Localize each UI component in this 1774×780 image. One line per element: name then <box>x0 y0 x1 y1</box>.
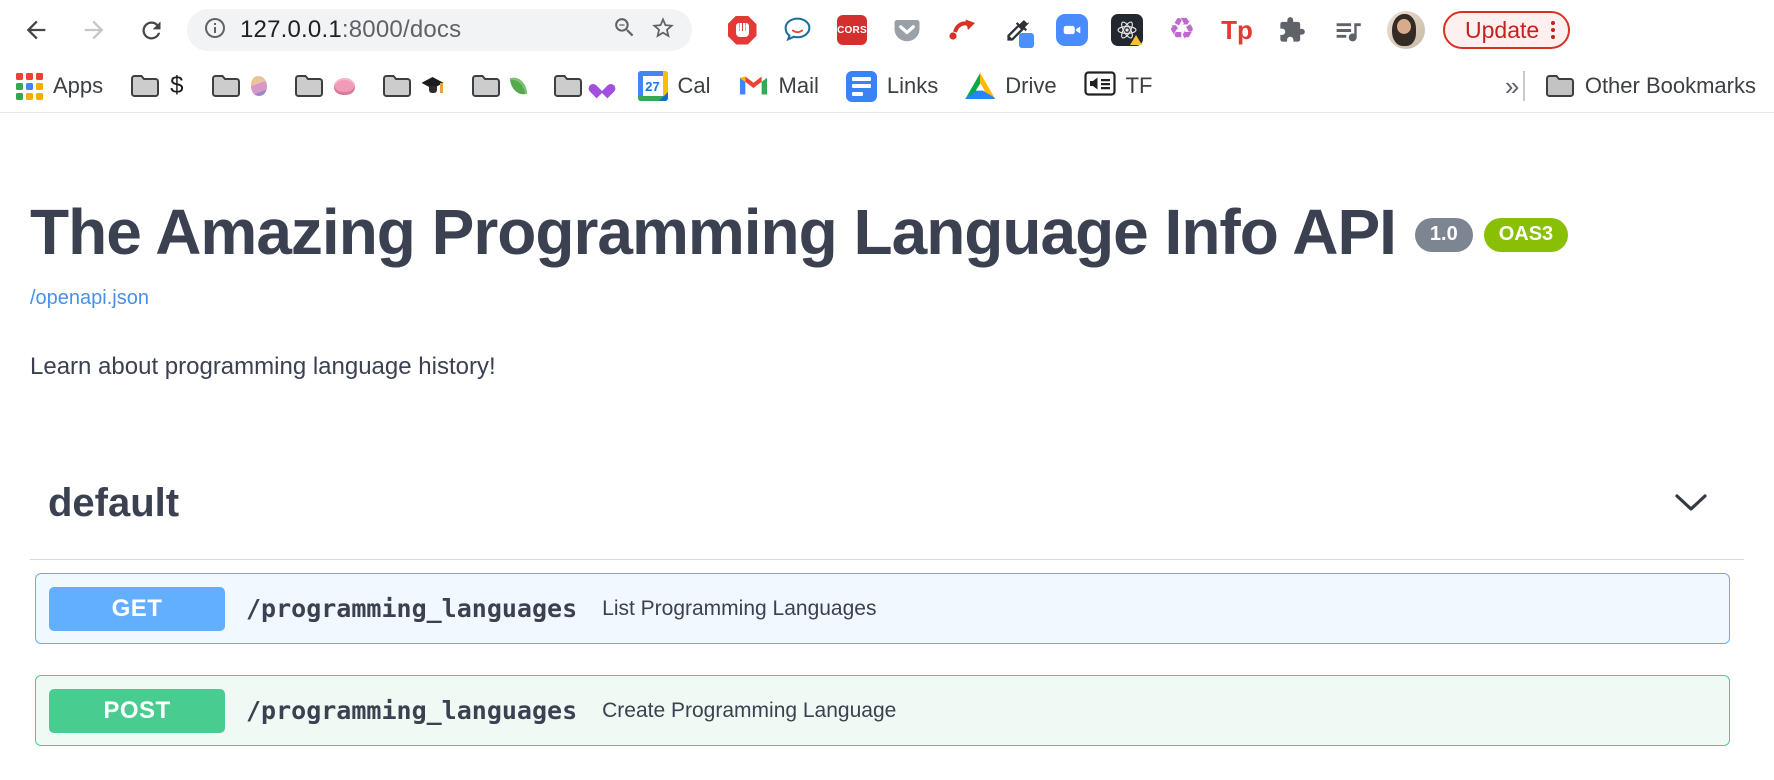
back-icon[interactable] <box>22 16 50 44</box>
graduation-cap-emoji-icon <box>422 77 444 95</box>
browser-toolbar: 127.0.0.1:8000/docs CORS <box>0 0 1774 60</box>
bookmarks-bar: Apps $ <box>0 60 1774 113</box>
bookmark-label: Links <box>887 73 938 99</box>
post-method-button[interactable]: POST <box>49 689 225 733</box>
adblock-icon[interactable] <box>726 14 758 46</box>
links-list-icon <box>846 71 877 102</box>
get-method-button[interactable]: GET <box>49 587 225 631</box>
color-picker-icon[interactable] <box>1001 14 1033 46</box>
operation-row-post[interactable]: POST /programming_languages Create Progr… <box>35 675 1730 746</box>
apps-grid-icon <box>16 73 43 100</box>
operation-path: /programming_languages <box>246 594 577 623</box>
operation-path: /programming_languages <box>246 696 577 725</box>
address-bar[interactable]: 127.0.0.1:8000/docs <box>187 9 692 51</box>
zoom-out-icon[interactable] <box>612 15 637 45</box>
swagger-docs-page: The Amazing Programming Language Info AP… <box>0 199 1774 746</box>
other-bookmarks[interactable]: Other Bookmarks <box>1545 73 1756 99</box>
google-drive-icon <box>965 73 995 99</box>
bookmark-label: TF <box>1126 73 1153 99</box>
chat-bubble-icon[interactable] <box>781 14 813 46</box>
bookmark-folder-school[interactable] <box>382 74 444 98</box>
carousel-horse-emoji-icon <box>251 76 267 96</box>
version-badge: 1.0 <box>1415 218 1473 252</box>
herb-emoji-icon <box>509 76 526 96</box>
bookmark-mail[interactable]: Mail <box>738 71 819 102</box>
bookmark-folder-brain[interactable] <box>294 74 355 98</box>
site-info-icon[interactable] <box>203 16 227 45</box>
zoom-video-icon[interactable] <box>1056 14 1088 46</box>
bookmarks-overflow-chevron[interactable]: » <box>1505 71 1519 102</box>
extensions-puzzle-icon[interactable] <box>1276 14 1308 46</box>
folder-icon <box>471 74 501 98</box>
bookmark-links[interactable]: Links <box>846 71 938 102</box>
bookmark-folder-herb[interactable] <box>471 74 526 98</box>
bookmark-tf[interactable]: TF <box>1084 71 1153 102</box>
folder-icon <box>1545 74 1575 98</box>
bookmark-label: Cal <box>678 73 711 99</box>
oas3-badge: OAS3 <box>1484 218 1568 252</box>
bookmark-label: Mail <box>779 73 819 99</box>
operation-row-get[interactable]: GET /programming_languages List Programm… <box>35 573 1730 644</box>
other-bookmarks-label: Other Bookmarks <box>1585 73 1756 99</box>
url-text[interactable]: 127.0.0.1:8000/docs <box>240 16 599 44</box>
folder-icon <box>294 74 324 98</box>
bookmarks-divider <box>1523 71 1525 101</box>
profile-avatar[interactable] <box>1387 11 1425 49</box>
apps-shortcut[interactable]: Apps <box>16 73 103 100</box>
page-title: The Amazing Programming Language Info AP… <box>30 199 1744 266</box>
title-badges: 1.0 OAS3 <box>1415 218 1568 252</box>
nav-buttons <box>22 16 165 44</box>
operation-summary: Create Programming Language <box>602 699 896 723</box>
bookmark-calendar[interactable]: 27 Cal <box>638 71 711 101</box>
bookmark-folder-heart[interactable] <box>553 74 611 98</box>
chevron-down-icon <box>1674 500 1708 515</box>
openapi-spec-link[interactable]: /openapi.json <box>30 287 149 310</box>
bookmark-folder-money[interactable]: $ <box>130 72 183 100</box>
forward-icon[interactable] <box>80 16 108 44</box>
playlist-icon[interactable] <box>1331 14 1363 46</box>
gmail-icon <box>738 71 769 102</box>
update-label: Update <box>1465 17 1539 44</box>
bookmark-label: Drive <box>1005 73 1056 99</box>
api-description: Learn about programming language history… <box>30 353 1744 381</box>
toucan-icon[interactable]: Tp <box>1221 14 1253 46</box>
apps-label: Apps <box>53 73 103 99</box>
folder-icon <box>211 74 241 98</box>
warning-badge-icon <box>1130 35 1142 45</box>
cors-icon[interactable]: CORS <box>836 14 868 46</box>
redirect-arrow-icon[interactable] <box>946 14 978 46</box>
update-button[interactable]: Update <box>1443 11 1570 49</box>
folder-icon <box>130 74 160 98</box>
extension-icons: CORS ♻ Tp <box>726 14 1363 46</box>
tag-section-title: default <box>48 481 179 526</box>
announcement-card-icon <box>1084 71 1116 102</box>
brain-emoji-icon <box>334 78 355 95</box>
bookmark-star-icon[interactable] <box>650 15 676 46</box>
bookmark-drive[interactable]: Drive <box>965 73 1056 99</box>
purple-heart-emoji-icon <box>593 78 611 94</box>
api-title-text: The Amazing Programming Language Info AP… <box>30 199 1396 266</box>
dollar-sign: $ <box>170 72 183 100</box>
kebab-menu-icon[interactable] <box>1551 21 1555 39</box>
folder-icon <box>553 74 583 98</box>
collapse-section-button[interactable] <box>1668 487 1714 521</box>
double-chevron-icon: » <box>1505 71 1519 102</box>
bookmark-folder-carousel[interactable] <box>211 74 267 98</box>
folder-icon <box>382 74 412 98</box>
pocket-icon[interactable] <box>891 14 923 46</box>
reload-icon[interactable] <box>138 17 165 44</box>
recycle-icon[interactable]: ♻ <box>1166 14 1198 46</box>
operation-summary: List Programming Languages <box>602 597 876 621</box>
tag-section-header[interactable]: default <box>30 481 1744 560</box>
google-calendar-icon: 27 <box>638 71 668 101</box>
react-devtools-icon[interactable] <box>1111 14 1143 46</box>
